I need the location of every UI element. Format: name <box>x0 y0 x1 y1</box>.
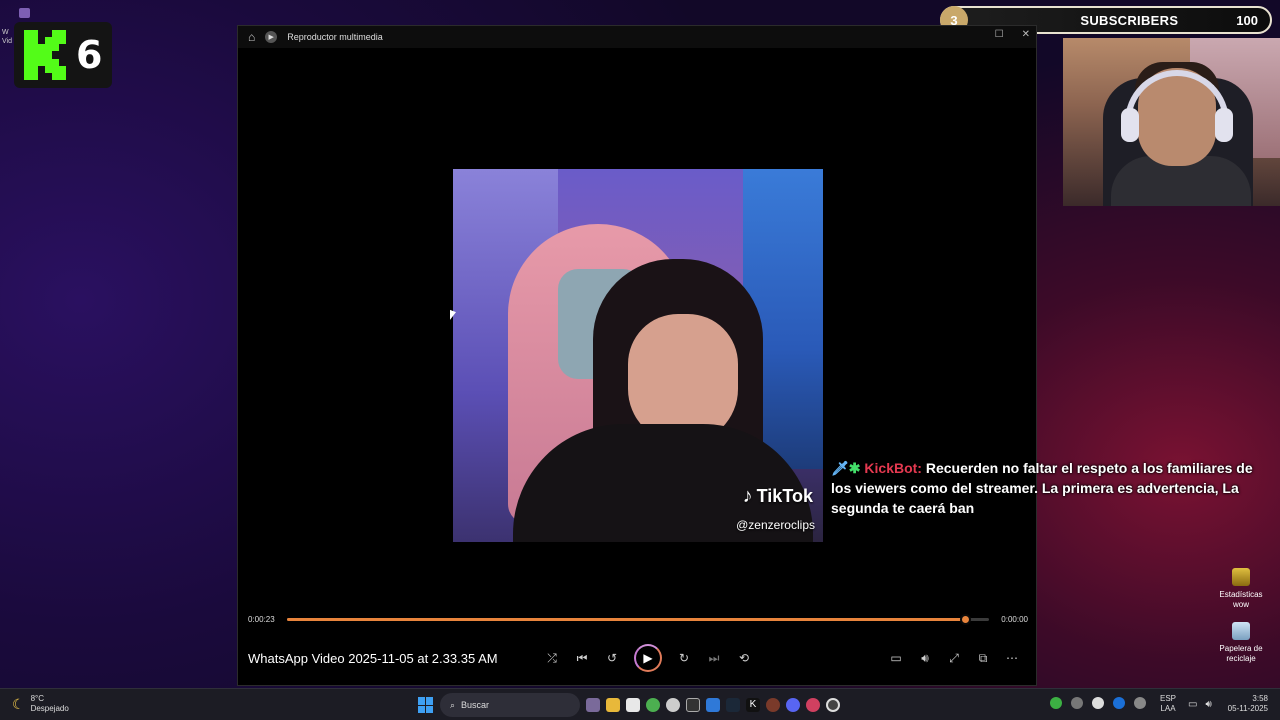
miniplayer-icon[interactable]: ⧉ <box>975 650 991 666</box>
tiktok-icon: ♪ <box>742 485 753 507</box>
maximize-button[interactable]: ☐ <box>995 29 1004 40</box>
repeat-icon[interactable]: ⟲ <box>736 650 752 666</box>
windows-start-icon[interactable] <box>418 697 434 713</box>
subscriber-goal: 100 <box>1236 12 1258 28</box>
video-frame[interactable]: ♪ TikTok @zenzeroclips <box>453 169 823 542</box>
mouse-cursor <box>450 309 456 323</box>
elapsed-time: 0:00:23 <box>248 614 275 624</box>
spreadsheet-icon <box>1232 568 1250 586</box>
tray-app-icon[interactable] <box>1050 697 1062 709</box>
next-icon[interactable]: ⏭ <box>706 650 722 666</box>
steam-tray-icon[interactable] <box>1113 697 1125 709</box>
language-indicator[interactable]: ESP LAA <box>1160 694 1176 714</box>
media-player-taskbar-icon[interactable] <box>826 698 840 712</box>
title-bar: ⌂ ▶ Reproductor multimedia ☐ ✕ <box>238 26 1036 48</box>
task-view-icon[interactable] <box>586 698 600 712</box>
chrome-icon[interactable] <box>646 698 660 712</box>
edge-icon[interactable] <box>706 698 720 712</box>
control-bar: WhatsApp Video 2025-11-05 at 2.33.35 AM … <box>248 644 1028 672</box>
home-icon[interactable]: ⌂ <box>248 30 255 44</box>
calculator-icon[interactable] <box>626 698 640 712</box>
microphone-icon[interactable] <box>1134 697 1146 709</box>
seek-bar: 0:00:23 0:00:00 <box>248 612 1028 626</box>
search-placeholder: Buscar <box>461 700 490 710</box>
volume-icon[interactable]: 🔊︎ <box>917 650 933 666</box>
previous-icon[interactable]: ⏮ <box>574 650 590 666</box>
taskbar-search[interactable]: ⌕ Buscar <box>440 693 580 717</box>
app-icon-2[interactable] <box>806 698 820 712</box>
kick-app-icon[interactable]: K <box>746 698 760 712</box>
tray-icon-3[interactable] <box>1092 697 1104 709</box>
media-player-window: ⌂ ▶ Reproductor multimedia ☐ ✕ ♪ TikTok … <box>237 25 1037 686</box>
media-player-app-icon: ▶ <box>265 31 278 43</box>
desktop-app-icon[interactable] <box>19 8 30 18</box>
volume-tray-icon[interactable]: 🔊︎ <box>1205 699 1211 710</box>
kick-logo-overlay: 6 <box>14 22 112 88</box>
seek-thumb[interactable] <box>959 613 971 625</box>
play-icon[interactable]: ▶ <box>634 644 662 672</box>
seek-track[interactable] <box>286 613 990 625</box>
file-title: WhatsApp Video 2025-11-05 at 2.33.35 AM <box>248 650 498 666</box>
desktop-icon-estadisticas[interactable]: Estadísticas wow <box>1213 568 1269 610</box>
weather-condition: Despejado <box>30 704 69 713</box>
webcam-feed <box>1063 38 1280 206</box>
taskbar-apps: ⌕ Buscar K <box>418 693 840 717</box>
tiktok-handle: @zenzeroclips <box>736 518 815 532</box>
window-title: Reproductor multimedia <box>287 32 383 42</box>
remaining-time: 0:00:00 <box>1001 614 1028 624</box>
moon-icon: ☾ <box>12 695 25 712</box>
star-badge-icon: ✱ <box>848 460 861 476</box>
chat-message: 🗡︎✱ KickBot: Recuerden no faltar el resp… <box>831 458 1276 518</box>
fullscreen-icon[interactable]: ⤢ <box>946 650 962 666</box>
sword-badge-icon: 🗡︎ <box>831 460 849 476</box>
forward-30-icon[interactable]: ↻ <box>676 650 692 666</box>
desktop-text-fragment: W Vid <box>2 29 12 45</box>
tiktok-watermark: ♪ TikTok <box>742 485 813 507</box>
tray-icon-2[interactable] <box>1071 697 1083 709</box>
app-icon[interactable] <box>766 698 780 712</box>
clock[interactable]: 3:58 05-11-2025 <box>1228 694 1268 714</box>
recycle-bin-icon <box>1232 622 1250 640</box>
network-icon[interactable]: ▭ <box>1188 699 1197 710</box>
kick-logo-icon <box>24 30 68 80</box>
file-explorer-icon[interactable] <box>606 698 620 712</box>
weather-temp: 8°C <box>30 694 44 703</box>
subscriber-label: SUBSCRIBERS <box>1080 12 1179 28</box>
close-button[interactable]: ✕ <box>1022 29 1030 40</box>
steam-icon[interactable] <box>726 698 740 712</box>
settings-icon[interactable] <box>666 698 680 712</box>
weather-widget[interactable]: ☾ 8°C Despejado <box>12 694 69 714</box>
rewind-10-icon[interactable]: ↺ <box>604 650 620 666</box>
kick-counter: 6 <box>76 33 103 77</box>
captions-icon[interactable]: ▭ <box>888 650 904 666</box>
system-tray <box>1050 697 1146 709</box>
terminal-icon[interactable] <box>686 698 700 712</box>
more-icon[interactable]: ⋯ <box>1004 650 1020 666</box>
seek-progress <box>286 617 965 621</box>
shuffle-icon[interactable]: ⤮ <box>544 650 560 666</box>
time: 3:58 <box>1252 694 1268 703</box>
search-icon: ⌕ <box>450 699 456 710</box>
chat-username: KickBot: <box>864 460 922 476</box>
discord-icon[interactable] <box>786 698 800 712</box>
taskbar: ☾ 8°C Despejado ⌕ Buscar K ESP LAA ▭ 🔊︎ … <box>0 688 1280 720</box>
date: 05-11-2025 <box>1227 704 1268 713</box>
desktop-icon-recycle-bin[interactable]: Papelera de reciclaje <box>1213 622 1269 664</box>
